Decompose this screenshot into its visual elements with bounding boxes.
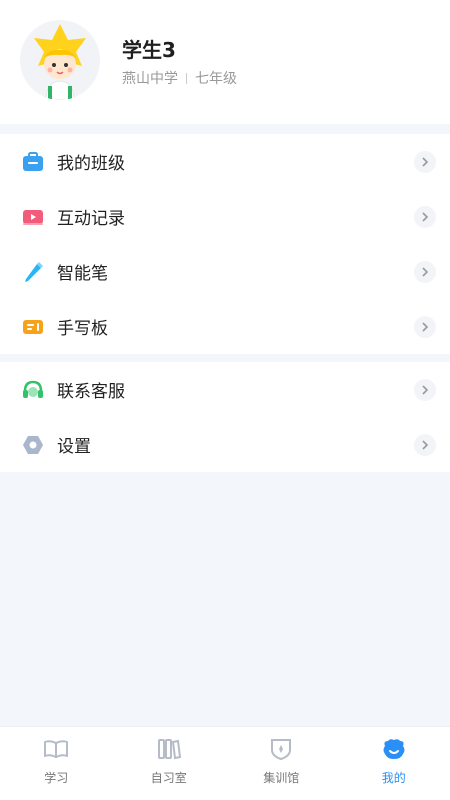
headset-icon [22,379,44,401]
chevron-right-icon [414,434,436,456]
menu-item-settings[interactable]: 设置 [0,417,450,472]
study-room-icon [156,737,182,761]
tablet-icon [22,316,44,338]
profile-header[interactable]: 学生3 燕山中学 七年级 [0,0,450,124]
tab-label: 学习 [44,771,69,785]
bottom-tab-bar: 学习 自习室 集训馆 我的 [0,726,450,800]
book-icon [43,737,69,761]
menu-item-interaction-records[interactable]: 互动记录 [0,189,450,244]
menu-item-label: 联系客服 [57,382,125,402]
menu-item-label: 互动记录 [57,209,125,229]
tab-study-room[interactable]: 自习室 [113,727,226,800]
menu-item-label: 智能笔 [57,264,108,284]
menu-item-contact-support[interactable]: 联系客服 [0,362,450,417]
profile-icon [381,737,407,761]
training-icon [268,737,294,761]
chevron-right-icon [414,379,436,401]
tab-study[interactable]: 学习 [0,727,113,800]
menu-item-label: 手写板 [57,319,108,339]
grade-label: 七年级 [195,71,237,87]
tab-label: 我的 [381,771,406,785]
menu-group-support: 联系客服 设置 [0,362,450,472]
chevron-right-icon [414,151,436,173]
menu-item-smart-pen[interactable]: 智能笔 [0,244,450,299]
video-record-icon [22,206,44,228]
avatar[interactable] [20,20,100,100]
username: 学生3 [122,38,176,62]
chevron-right-icon [414,261,436,283]
school-grade-info: 燕山中学 七年级 [122,68,237,88]
chevron-right-icon [414,206,436,228]
tab-label: 自习室 [150,771,187,785]
class-icon [22,151,44,173]
tab-training-hall[interactable]: 集训馆 [225,727,338,800]
smart-pen-icon [22,261,44,283]
menu-item-label: 设置 [57,437,91,457]
settings-icon [22,434,44,456]
chevron-right-icon [414,316,436,338]
menu-group-main: 我的班级 互动记录 智能笔 手写板 [0,134,450,354]
tab-label: 集训馆 [263,771,300,785]
school-name: 燕山中学 [122,71,178,87]
menu-item-handwriting-tablet[interactable]: 手写板 [0,299,450,354]
menu-item-my-class[interactable]: 我的班级 [0,134,450,189]
tab-mine[interactable]: 我的 [338,727,450,800]
menu-item-label: 我的班级 [57,154,125,174]
divider [186,72,187,84]
